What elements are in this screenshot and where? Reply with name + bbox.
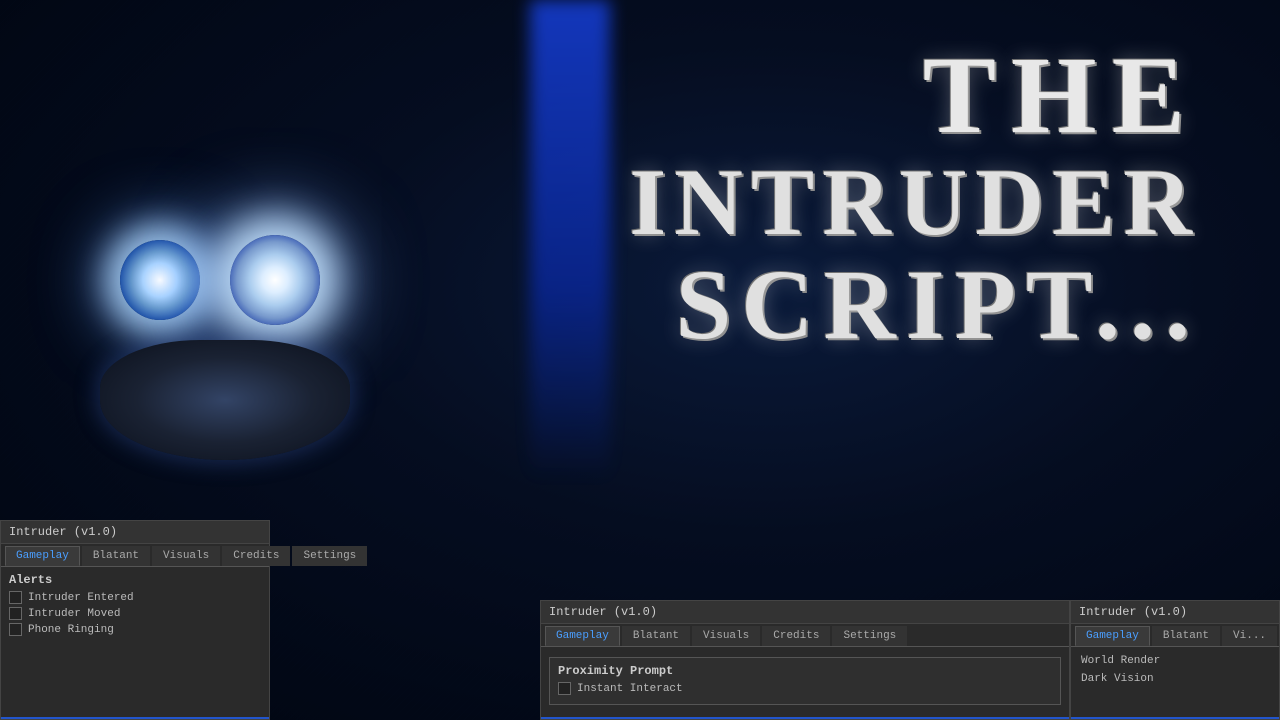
panel-center: Intruder (v1.0) Gameplay Blatant Visuals… [540,600,1070,720]
tab-visuals-left[interactable]: Visuals [152,546,220,566]
tab-credits-center[interactable]: Credits [762,626,830,646]
creature-illustration [80,180,360,460]
panel-right-title: Intruder (v1.0) [1071,601,1279,624]
panel-right-content: World Render Dark Vision [1071,647,1279,693]
checkbox-intruder-moved: Intruder Moved [9,607,261,620]
tab-settings-center[interactable]: Settings [832,626,907,646]
panel-center-tabs: Gameplay Blatant Visuals Credits Setting… [541,624,1069,647]
panel-center-title: Intruder (v1.0) [541,601,1069,624]
checkbox-intruder-entered: Intruder Entered [9,591,261,604]
tab-gameplay-right[interactable]: Gameplay [1075,626,1150,646]
world-render-item[interactable]: World Render [1077,653,1273,669]
tab-blatant-right[interactable]: Blatant [1152,626,1220,646]
blue-glow-decoration [530,0,610,480]
tab-blatant-left[interactable]: Blatant [82,546,150,566]
panel-left: Intruder (v1.0) Gameplay Blatant Visuals… [0,520,270,720]
panel-left-tabs: Gameplay Blatant Visuals Credits Setting… [1,544,269,567]
panel-center-content: Proximity Prompt Instant Interact [541,647,1069,711]
tab-gameplay-center[interactable]: Gameplay [545,626,620,646]
tab-settings-left[interactable]: Settings [292,546,367,566]
checkbox-instant-interact-label: Instant Interact [577,683,683,695]
creature-eye-left [120,240,200,320]
checkbox-instant-interact-box[interactable] [558,682,571,695]
checkbox-intruder-entered-label: Intruder Entered [28,592,134,604]
tab-visuals-center[interactable]: Visuals [692,626,760,646]
checkbox-phone-ringing-label: Phone Ringing [28,624,114,636]
checkbox-instant-interact: Instant Interact [558,682,1052,695]
checkbox-phone-ringing: Phone Ringing [9,623,261,636]
tab-gameplay-left[interactable]: Gameplay [5,546,80,566]
tab-visuals-right[interactable]: Vi... [1222,626,1277,646]
panel-left-content: Alerts Intruder Entered Intruder Moved P… [1,567,269,645]
panel-left-title: Intruder (v1.0) [1,521,269,544]
tab-credits-left[interactable]: Credits [222,546,290,566]
panel-right: Intruder (v1.0) Gameplay Blatant Vi... W… [1070,600,1280,720]
alerts-section-title: Alerts [9,573,261,587]
tab-blatant-center[interactable]: Blatant [622,626,690,646]
title-intruder: INTRUDER [629,150,1200,255]
title-the: THE [629,40,1200,150]
checkbox-intruder-moved-box[interactable] [9,607,22,620]
checkbox-intruder-moved-label: Intruder Moved [28,608,120,620]
game-title: THE INTRUDER SCRIPT... [629,40,1200,355]
proximity-prompt-title: Proximity Prompt [558,664,1052,678]
dark-vision-item[interactable]: Dark Vision [1077,671,1273,687]
checkbox-intruder-entered-box[interactable] [9,591,22,604]
creature-body [100,340,350,460]
creature-eye-right [230,235,320,325]
checkbox-phone-ringing-box[interactable] [9,623,22,636]
panel-right-tabs: Gameplay Blatant Vi... [1071,624,1279,647]
proximity-prompt-box: Proximity Prompt Instant Interact [549,657,1061,705]
title-script: SCRIPT... [629,255,1200,355]
